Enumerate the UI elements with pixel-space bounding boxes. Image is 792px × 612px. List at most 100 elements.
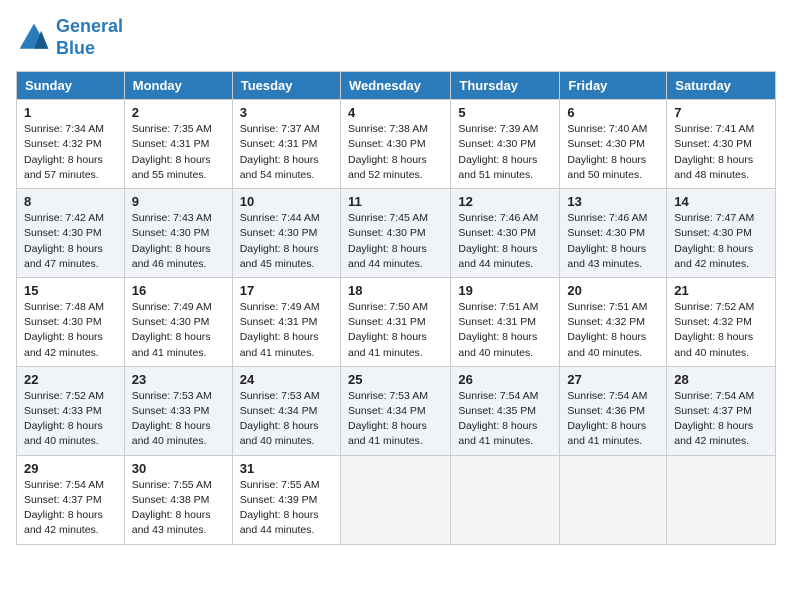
day-number: 4 [348,105,443,120]
page-header: General Blue [16,16,776,59]
logo: General Blue [16,16,123,59]
cell-details: Sunrise: 7:53 AMSunset: 4:34 PMDaylight:… [348,389,443,450]
calendar-cell: 25 Sunrise: 7:53 AMSunset: 4:34 PMDayligh… [340,366,450,455]
day-number: 28 [674,372,768,387]
calendar-cell: 4 Sunrise: 7:38 AMSunset: 4:30 PMDaylight… [340,100,450,189]
day-number: 23 [132,372,225,387]
cell-details: Sunrise: 7:53 AMSunset: 4:34 PMDaylight:… [240,389,333,450]
cell-details: Sunrise: 7:48 AMSunset: 4:30 PMDaylight:… [24,300,117,361]
day-number: 27 [567,372,659,387]
cell-details: Sunrise: 7:44 AMSunset: 4:30 PMDaylight:… [240,211,333,272]
calendar-cell: 6 Sunrise: 7:40 AMSunset: 4:30 PMDaylight… [560,100,667,189]
calendar-cell: 11 Sunrise: 7:45 AMSunset: 4:30 PMDayligh… [340,189,450,278]
calendar-cell: 7 Sunrise: 7:41 AMSunset: 4:30 PMDaylight… [667,100,776,189]
day-number: 8 [24,194,117,209]
calendar-table: SundayMondayTuesdayWednesdayThursdayFrid… [16,71,776,544]
day-number: 9 [132,194,225,209]
calendar-cell [451,455,560,544]
calendar-cell: 14Sunrise: 7:47 AMSunset: 4:30 PMDayligh… [667,189,776,278]
weekday-header: Sunday [17,72,125,100]
day-number: 2 [132,105,225,120]
day-number: 24 [240,372,333,387]
weekday-header: Tuesday [232,72,340,100]
day-number: 3 [240,105,333,120]
calendar-cell: 31 Sunrise: 7:55 AMSunset: 4:39 PMDayligh… [232,455,340,544]
calendar-cell: 28 Sunrise: 7:54 AMSunset: 4:37 PMDayligh… [667,366,776,455]
calendar-cell: 15Sunrise: 7:48 AMSunset: 4:30 PMDayligh… [17,277,125,366]
weekday-header-row: SundayMondayTuesdayWednesdayThursdayFrid… [17,72,776,100]
calendar-cell: 21Sunrise: 7:52 AMSunset: 4:32 PMDayligh… [667,277,776,366]
cell-details: Sunrise: 7:35 AMSunset: 4:31 PMDaylight:… [132,122,225,183]
day-number: 7 [674,105,768,120]
day-number: 26 [458,372,552,387]
day-number: 13 [567,194,659,209]
day-number: 20 [567,283,659,298]
day-number: 16 [132,283,225,298]
calendar-cell: 1 Sunrise: 7:34 AMSunset: 4:32 PMDaylight… [17,100,125,189]
calendar-week-row: 8 Sunrise: 7:42 AMSunset: 4:30 PMDaylight… [17,189,776,278]
calendar-cell: 30Sunrise: 7:55 AMSunset: 4:38 PMDayligh… [124,455,232,544]
cell-details: Sunrise: 7:49 AMSunset: 4:30 PMDaylight:… [132,300,225,361]
calendar-cell: 13 Sunrise: 7:46 AMSunset: 4:30 PMDayligh… [560,189,667,278]
cell-details: Sunrise: 7:54 AMSunset: 4:37 PMDaylight:… [674,389,768,450]
logo-text: General Blue [56,16,123,59]
cell-details: Sunrise: 7:42 AMSunset: 4:30 PMDaylight:… [24,211,117,272]
cell-details: Sunrise: 7:45 AMSunset: 4:30 PMDaylight:… [348,211,443,272]
cell-details: Sunrise: 7:46 AMSunset: 4:30 PMDaylight:… [458,211,552,272]
calendar-cell: 17 Sunrise: 7:49 AMSunset: 4:31 PMDayligh… [232,277,340,366]
weekday-header: Friday [560,72,667,100]
day-number: 14 [674,194,768,209]
day-number: 1 [24,105,117,120]
day-number: 5 [458,105,552,120]
day-number: 21 [674,283,768,298]
calendar-cell: 19Sunrise: 7:51 AMSunset: 4:31 PMDayligh… [451,277,560,366]
calendar-cell: 2 Sunrise: 7:35 AMSunset: 4:31 PMDaylight… [124,100,232,189]
calendar-cell: 3 Sunrise: 7:37 AMSunset: 4:31 PMDaylight… [232,100,340,189]
calendar-cell: 23 Sunrise: 7:53 AMSunset: 4:33 PMDayligh… [124,366,232,455]
calendar-cell: 8 Sunrise: 7:42 AMSunset: 4:30 PMDaylight… [17,189,125,278]
day-number: 10 [240,194,333,209]
cell-details: Sunrise: 7:43 AMSunset: 4:30 PMDaylight:… [132,211,225,272]
day-number: 30 [132,461,225,476]
calendar-cell: 24 Sunrise: 7:53 AMSunset: 4:34 PMDayligh… [232,366,340,455]
calendar-cell [667,455,776,544]
cell-details: Sunrise: 7:34 AMSunset: 4:32 PMDaylight:… [24,122,117,183]
weekday-header: Thursday [451,72,560,100]
calendar-cell: 10 Sunrise: 7:44 AMSunset: 4:30 PMDayligh… [232,189,340,278]
calendar-cell [340,455,450,544]
cell-details: Sunrise: 7:40 AMSunset: 4:30 PMDaylight:… [567,122,659,183]
cell-details: Sunrise: 7:46 AMSunset: 4:30 PMDaylight:… [567,211,659,272]
calendar-cell: 22 Sunrise: 7:52 AMSunset: 4:33 PMDayligh… [17,366,125,455]
day-number: 17 [240,283,333,298]
cell-details: Sunrise: 7:51 AMSunset: 4:32 PMDaylight:… [567,300,659,361]
cell-details: Sunrise: 7:38 AMSunset: 4:30 PMDaylight:… [348,122,443,183]
cell-details: Sunrise: 7:52 AMSunset: 4:33 PMDaylight:… [24,389,117,450]
day-number: 11 [348,194,443,209]
day-number: 18 [348,283,443,298]
cell-details: Sunrise: 7:54 AMSunset: 4:35 PMDaylight:… [458,389,552,450]
calendar-cell: 20 Sunrise: 7:51 AMSunset: 4:32 PMDayligh… [560,277,667,366]
day-number: 6 [567,105,659,120]
calendar-week-row: 15Sunrise: 7:48 AMSunset: 4:30 PMDayligh… [17,277,776,366]
day-number: 25 [348,372,443,387]
cell-details: Sunrise: 7:54 AMSunset: 4:37 PMDaylight:… [24,478,117,539]
cell-details: Sunrise: 7:41 AMSunset: 4:30 PMDaylight:… [674,122,768,183]
day-number: 31 [240,461,333,476]
calendar-cell [560,455,667,544]
day-number: 19 [458,283,552,298]
cell-details: Sunrise: 7:55 AMSunset: 4:39 PMDaylight:… [240,478,333,539]
weekday-header: Wednesday [340,72,450,100]
cell-details: Sunrise: 7:49 AMSunset: 4:31 PMDaylight:… [240,300,333,361]
cell-details: Sunrise: 7:53 AMSunset: 4:33 PMDaylight:… [132,389,225,450]
calendar-cell: 5Sunrise: 7:39 AMSunset: 4:30 PMDaylight… [451,100,560,189]
day-number: 22 [24,372,117,387]
logo-icon [16,20,52,56]
calendar-cell: 9 Sunrise: 7:43 AMSunset: 4:30 PMDaylight… [124,189,232,278]
cell-details: Sunrise: 7:54 AMSunset: 4:36 PMDaylight:… [567,389,659,450]
calendar-week-row: 22 Sunrise: 7:52 AMSunset: 4:33 PMDayligh… [17,366,776,455]
calendar-week-row: 29Sunrise: 7:54 AMSunset: 4:37 PMDayligh… [17,455,776,544]
weekday-header: Monday [124,72,232,100]
cell-details: Sunrise: 7:37 AMSunset: 4:31 PMDaylight:… [240,122,333,183]
day-number: 12 [458,194,552,209]
calendar-cell: 27 Sunrise: 7:54 AMSunset: 4:36 PMDayligh… [560,366,667,455]
